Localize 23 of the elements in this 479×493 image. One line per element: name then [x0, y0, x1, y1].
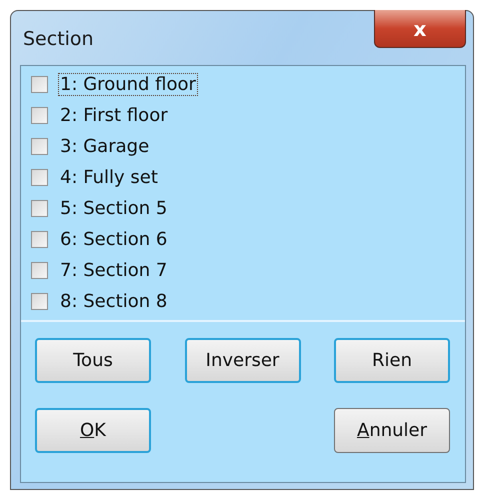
checkbox[interactable] — [31, 262, 48, 279]
checkbox-label[interactable]: 5: Section 5 — [58, 197, 170, 220]
checkbox[interactable] — [31, 231, 48, 248]
dialog-button[interactable]: Annuler — [334, 408, 450, 453]
checkbox-label[interactable]: 2: First floor — [58, 104, 170, 127]
checkbox[interactable] — [31, 293, 48, 310]
close-button[interactable]: x — [374, 10, 466, 48]
checkbox-label[interactable]: 4: Fully set — [58, 166, 160, 189]
checkbox-label[interactable]: 7: Section 7 — [58, 259, 170, 282]
checkbox[interactable] — [31, 76, 48, 93]
checkbox-label[interactable]: 3: Garage — [58, 135, 152, 158]
dialog-button[interactable]: OK — [35, 408, 151, 453]
checkbox[interactable] — [31, 107, 48, 124]
checkbox-label[interactable]: 6: Section 6 — [58, 228, 170, 251]
action-button[interactable]: Inverser — [184, 338, 300, 383]
checkbox[interactable] — [31, 200, 48, 217]
window-title: Section — [23, 28, 94, 50]
checkbox-label[interactable]: 8: Section 8 — [58, 290, 170, 313]
action-button[interactable]: Tous — [35, 338, 151, 383]
action-button[interactable]: Rien — [334, 338, 450, 383]
checkbox-label[interactable]: 1: Ground floor — [58, 73, 198, 96]
checkbox[interactable] — [31, 169, 48, 186]
checkbox[interactable] — [31, 138, 48, 155]
